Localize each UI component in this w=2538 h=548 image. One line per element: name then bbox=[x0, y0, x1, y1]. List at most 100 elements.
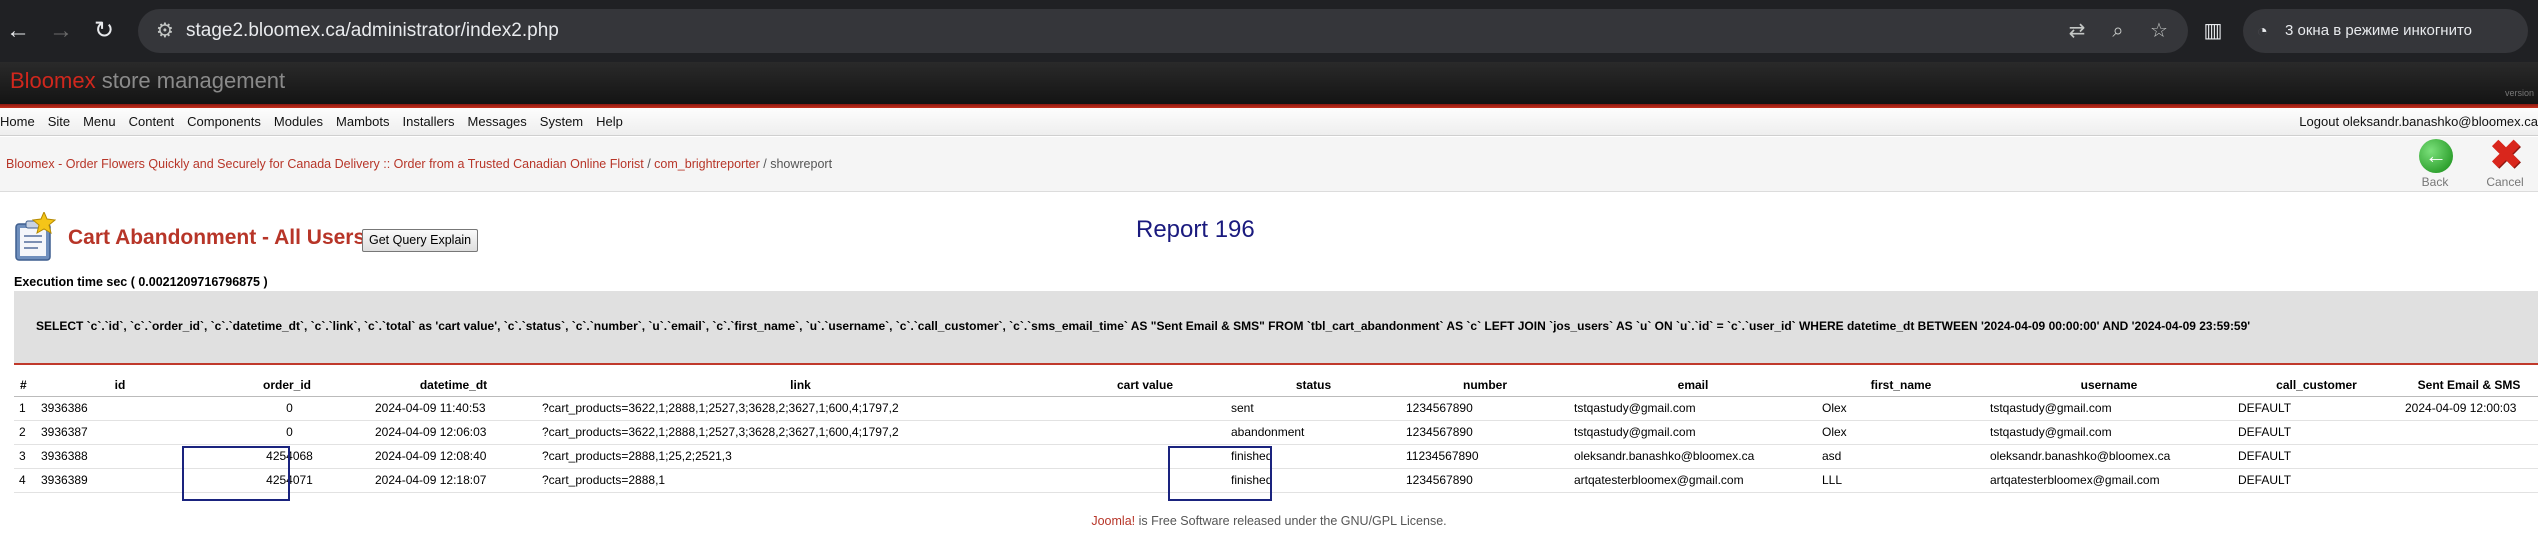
column-header: cart value bbox=[1064, 374, 1226, 397]
table-cell bbox=[2400, 420, 2538, 445]
table-cell: 1234567890 bbox=[1401, 468, 1569, 493]
bookmark-star-icon[interactable]: ☆ bbox=[2144, 16, 2174, 46]
menu-item-components[interactable]: Components bbox=[180, 108, 267, 136]
brand-name: Bloomex bbox=[10, 68, 96, 93]
table-row: 2 3936387 0 2024-04-09 12:06:03 ?cart_pr… bbox=[14, 420, 2538, 445]
column-header: number bbox=[1401, 374, 1569, 397]
table-cell: artqatesterbloomex@gmail.com bbox=[1569, 468, 1817, 493]
table-header-row: # id order_id datetime_dt link cart valu… bbox=[14, 374, 2538, 397]
table-cell: 1234567890 bbox=[1401, 420, 1569, 445]
table-cell bbox=[2400, 444, 2538, 469]
joomla-link[interactable]: Joomla! bbox=[1091, 514, 1135, 528]
table-cell: 0 bbox=[204, 420, 370, 445]
menu-item-mambots[interactable]: Mambots bbox=[329, 108, 395, 136]
table-cell: DEFAULT bbox=[2233, 396, 2400, 421]
table-cell: 11234567890 bbox=[1401, 444, 1569, 469]
table-cell: tstqastudy@gmail.com bbox=[1569, 420, 1817, 445]
table-cell: 1 bbox=[14, 396, 36, 421]
breadcrumb-current: showreport bbox=[770, 157, 833, 171]
cancel-button[interactable]: ✖ Cancel bbox=[2472, 134, 2538, 193]
sql-query-text: SELECT `c`.`id`, `c`.`order_id`, `c`.`da… bbox=[36, 319, 2251, 333]
menu-item-content[interactable]: Content bbox=[122, 108, 181, 136]
status-highlight-box bbox=[1168, 446, 1272, 501]
table-cell: ?cart_products=3622,1;2888,1;2527,3;3628… bbox=[537, 420, 1064, 445]
site-logo: Bloomex store management bbox=[10, 68, 285, 94]
table-row: 3 3936388 4254068 2024-04-09 12:08:40 ?c… bbox=[14, 444, 2538, 469]
get-query-explain-button[interactable]: Get Query Explain bbox=[362, 229, 479, 252]
breadcrumb-separator: / bbox=[643, 157, 655, 171]
version-label: version bbox=[2504, 88, 2534, 98]
table-cell bbox=[1064, 396, 1226, 421]
column-header: order_id bbox=[204, 374, 370, 397]
table-cell: tstqastudy@gmail.com bbox=[1985, 420, 2233, 445]
incognito-indicator[interactable]: ◔ 3 окна в режиме инкогнито bbox=[2243, 9, 2528, 53]
back-arrow-icon[interactable]: ← bbox=[3, 16, 33, 46]
table-cell: 2024-04-09 11:40:53 bbox=[370, 396, 537, 421]
back-button-label: Back bbox=[2421, 175, 2449, 189]
table-cell: sent bbox=[1226, 396, 1401, 421]
table-cell: 2024-04-09 12:06:03 bbox=[370, 420, 537, 445]
browser-chrome: ← → ↻ ⚙ stage2.bloomex.ca/administrator/… bbox=[0, 0, 2538, 62]
table-cell: 2024-04-09 12:00:03 bbox=[2400, 396, 2538, 421]
column-header: call_customer bbox=[2233, 374, 2400, 397]
brand-bar: Bloomex store management version bbox=[0, 62, 2538, 104]
page-footer: Joomla! is Free Software released under … bbox=[0, 514, 2538, 528]
report-title: Report 196 bbox=[1136, 216, 1255, 243]
table-cell: artqatesterbloomex@gmail.com bbox=[1985, 468, 2233, 493]
menu-item-installers[interactable]: Installers bbox=[396, 108, 461, 136]
table-cell: 3936389 bbox=[36, 468, 204, 493]
reload-icon[interactable]: ↻ bbox=[89, 16, 119, 46]
incognito-icon: ◔ bbox=[2257, 21, 2268, 41]
table-cell bbox=[1064, 420, 1226, 445]
zoom-icon[interactable]: ⌕ bbox=[2103, 16, 2133, 46]
table-cell: oleksandr.banashko@bloomex.ca bbox=[1985, 444, 2233, 469]
table-cell: Olex bbox=[1817, 396, 1985, 421]
table-cell: 3936386 bbox=[36, 396, 204, 421]
menu-item-help[interactable]: Help bbox=[589, 108, 629, 136]
table-cell: asd bbox=[1817, 444, 1985, 469]
back-button[interactable]: ← Back bbox=[2402, 137, 2468, 193]
breadcrumb-separator: / bbox=[759, 157, 771, 171]
breadcrumb: Bloomex - Order Flowers Quickly and Secu… bbox=[6, 157, 832, 171]
column-header: status bbox=[1226, 374, 1401, 397]
table-cell: oleksandr.banashko@bloomex.ca bbox=[1569, 444, 1817, 469]
address-bar[interactable]: ⚙ stage2.bloomex.ca/administrator/index2… bbox=[138, 9, 2188, 53]
side-panel-icon[interactable]: ▥ bbox=[2198, 16, 2228, 46]
table-cell: 3 bbox=[14, 444, 36, 469]
column-header: # bbox=[14, 374, 36, 397]
table-cell: tstqastudy@gmail.com bbox=[1985, 396, 2233, 421]
menu-item-site[interactable]: Site bbox=[41, 108, 76, 136]
admin-menu-bar: Home Site Menu Content Components Module… bbox=[0, 108, 2538, 136]
table-cell: 2024-04-09 12:08:40 bbox=[370, 444, 537, 469]
breadcrumb-site-link[interactable]: Bloomex - Order Flowers Quickly and Secu… bbox=[6, 157, 644, 171]
menu-item-home[interactable]: Home bbox=[0, 108, 41, 136]
table-cell: tstqastudy@gmail.com bbox=[1569, 396, 1817, 421]
site-settings-icon[interactable]: ⚙ bbox=[150, 16, 180, 46]
column-header: first_name bbox=[1817, 374, 1985, 397]
table-row: 1 3936386 0 2024-04-09 11:40:53 ?cart_pr… bbox=[14, 396, 2538, 421]
table-cell bbox=[2400, 468, 2538, 493]
url-text[interactable]: stage2.bloomex.ca/administrator/index2.p… bbox=[186, 9, 559, 53]
footer-text: is Free Software released under the GNU/… bbox=[1135, 514, 1447, 528]
table-cell: 2024-04-09 12:18:07 bbox=[370, 468, 537, 493]
table-cell: ?cart_products=2888,1;25,2;2521,3 bbox=[537, 444, 1064, 469]
table-row: 4 3936389 4254071 2024-04-09 12:18:07 ?c… bbox=[14, 468, 2538, 493]
table-cell: DEFAULT bbox=[2233, 468, 2400, 493]
menu-item-menu[interactable]: Menu bbox=[76, 108, 122, 136]
execution-time: Execution time sec ( 0.0021209716796875 … bbox=[14, 275, 268, 289]
back-arrow-icon: ← bbox=[2419, 139, 2453, 173]
sql-query-box: SELECT `c`.`id`, `c`.`order_id`, `c`.`da… bbox=[14, 291, 2538, 365]
forward-arrow-icon[interactable]: → bbox=[46, 16, 76, 46]
results-table: # id order_id datetime_dt link cart valu… bbox=[14, 374, 2538, 493]
column-header: link bbox=[537, 374, 1064, 397]
report-clipboard-icon bbox=[15, 212, 56, 261]
table-cell: DEFAULT bbox=[2233, 420, 2400, 445]
column-header: email bbox=[1569, 374, 1817, 397]
table-cell: 4 bbox=[14, 468, 36, 493]
breadcrumb-component-link[interactable]: com_brightreporter bbox=[654, 157, 760, 171]
menu-item-messages[interactable]: Messages bbox=[461, 108, 533, 136]
menu-item-modules[interactable]: Modules bbox=[267, 108, 329, 136]
menu-item-system[interactable]: System bbox=[533, 108, 589, 136]
translate-icon[interactable]: ⇄ bbox=[2062, 16, 2092, 46]
order-id-highlight-box bbox=[182, 446, 290, 501]
